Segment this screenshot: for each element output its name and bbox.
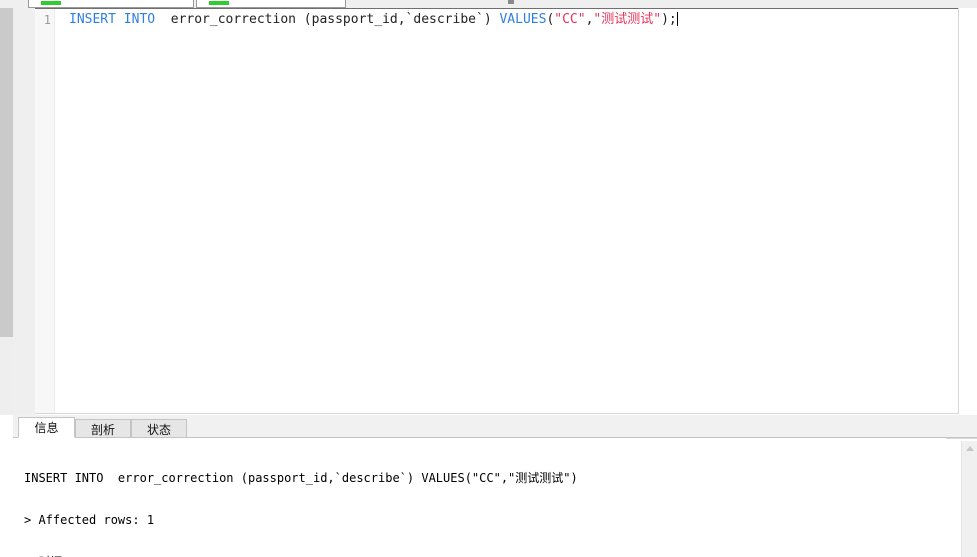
toolbar-strip [0, 0, 977, 8]
output-log: INSERT INTO error_correction (passport_i… [24, 443, 578, 557]
editor-line-number-gutter: 1 [35, 9, 55, 413]
toolbar-combo-one[interactable] [28, 0, 194, 8]
editor-code-area[interactable]: INSERT INTO error_correction (passport_i… [56, 9, 958, 413]
line-number: 1 [43, 13, 51, 27]
sql-keyword-values: VALUES [499, 12, 547, 27]
bottom-panel-tabbar: 信息 剖析 状态 [13, 415, 977, 438]
tab-status[interactable]: 状态 [131, 419, 187, 438]
green-run-icon [209, 1, 229, 5]
sql-keyword-insert-into: INSERT INTO [69, 12, 156, 27]
output-line-statement: INSERT INTO error_correction (passport_i… [24, 471, 578, 485]
sql-string-literal-2: "测试测试" [593, 12, 662, 27]
text-cursor-caret [676, 12, 678, 26]
left-sidebar-rail-lower [0, 337, 13, 415]
code-line-1: INSERT INTO error_correction (passport_i… [69, 12, 678, 28]
sql-table-and-columns: error_correction (passport_id,`describe`… [155, 12, 500, 27]
output-vertical-scrollbar[interactable] [961, 438, 977, 557]
tab-info[interactable]: 信息 [18, 417, 75, 438]
green-run-icon [41, 1, 61, 5]
sql-string-literal-1: "CC" [554, 12, 586, 27]
toolbar-combo-two[interactable] [196, 0, 346, 8]
output-line-affected-rows: > Affected rows: 1 [24, 513, 155, 527]
output-panel: INSERT INTO error_correction (passport_i… [13, 438, 977, 557]
sql-statement-tail: ); [661, 12, 677, 27]
sql-editor[interactable]: 1 INSERT INTO error_correction (passport… [35, 8, 959, 414]
chevron-up-icon[interactable] [966, 446, 974, 451]
tab-profile[interactable]: 剖析 [75, 419, 131, 438]
toolbar-indicator-dot [508, 0, 514, 4]
output-panel-top-edge [946, 438, 977, 441]
left-sidebar-rail [0, 8, 13, 337]
editor-left-padding [13, 8, 35, 415]
